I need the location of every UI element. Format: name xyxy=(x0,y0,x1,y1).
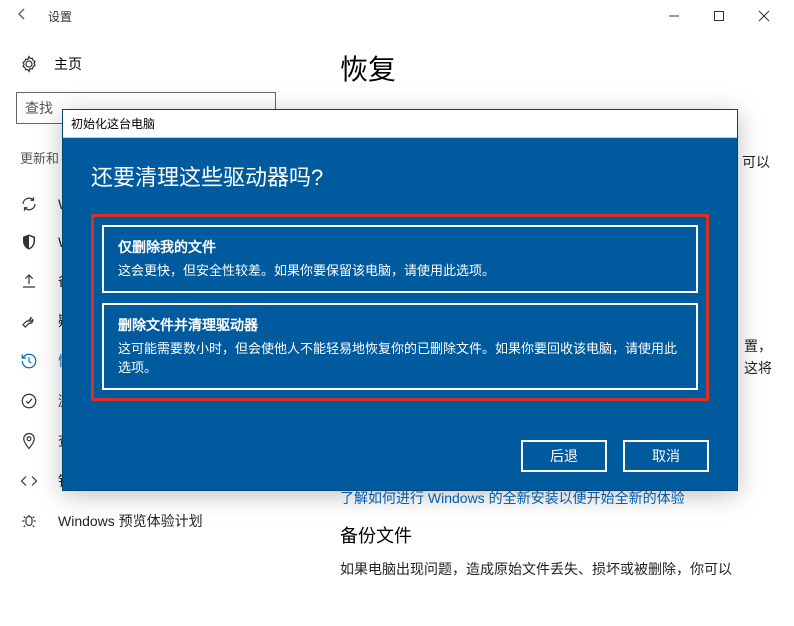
sidebar-item-insider[interactable]: Windows 预览体验计划 xyxy=(16,501,284,541)
upload-icon xyxy=(20,272,38,290)
code-icon xyxy=(20,472,38,490)
window-controls xyxy=(651,0,786,32)
check-circle-icon xyxy=(20,392,38,410)
window-titlebar: 设置 xyxy=(0,0,794,32)
maximize-button[interactable] xyxy=(696,0,741,32)
fresh-start-link[interactable]: 了解如何进行 Windows 的全新安装以便开始全新的体验 xyxy=(340,488,770,508)
location-icon xyxy=(20,432,38,450)
option-remove-and-clean[interactable]: 删除文件并清理驱动器 这可能需要数小时，但会使他人不能轻易地恢复你的已删除文件。… xyxy=(102,303,698,390)
obscured-text: 置， xyxy=(744,336,772,356)
window-title: 设置 xyxy=(48,8,72,25)
cancel-button[interactable]: 取消 xyxy=(623,440,709,472)
search-placeholder: 查找 xyxy=(25,98,53,118)
minimize-button[interactable] xyxy=(651,0,696,32)
option-desc: 这会更快，但安全性较差。如果你要保留该电脑，请使用此选项。 xyxy=(118,261,682,281)
gear-icon xyxy=(20,55,38,73)
close-button[interactable] xyxy=(741,0,786,32)
option-desc: 这可能需要数小时，但会使他人不能轻易地恢复你的已删除文件。如果你要回收该电脑，请… xyxy=(118,339,682,378)
dialog-question: 还要清理这些驱动器吗? xyxy=(91,160,709,192)
back-button[interactable] xyxy=(8,6,36,26)
history-icon xyxy=(20,352,38,370)
page-title: 恢复 xyxy=(340,48,770,88)
shield-icon xyxy=(20,233,38,251)
obscured-text: 这将 xyxy=(744,358,772,378)
back-button[interactable]: 后退 xyxy=(521,440,607,472)
option-remove-files-only[interactable]: 仅删除我的文件 这会更快，但安全性较差。如果你要保留该电脑，请使用此选项。 xyxy=(102,225,698,293)
sidebar-home-label: 主页 xyxy=(54,54,82,74)
option-title: 仅删除我的文件 xyxy=(118,237,682,257)
sidebar-home[interactable]: 主页 xyxy=(20,54,280,74)
wrench-icon xyxy=(20,312,38,330)
sidebar-item-label: Windows 预览体验计划 xyxy=(58,511,203,531)
backup-heading: 备份文件 xyxy=(340,522,770,548)
backup-text: 如果电脑出现问题，造成原始文件丢失、损坏或被删除，你可以 xyxy=(340,558,770,580)
option-title: 删除文件并清理驱动器 xyxy=(118,315,682,335)
obscured-text: 可以 xyxy=(742,152,770,172)
bug-icon xyxy=(20,512,38,530)
dialog-options-highlight: 仅删除我的文件 这会更快，但安全性较差。如果你要保留该电脑，请使用此选项。 删除… xyxy=(91,214,709,401)
dialog-titlebar: 初始化这台电脑 xyxy=(63,110,737,138)
refresh-icon xyxy=(20,195,38,213)
reset-dialog: 初始化这台电脑 还要清理这些驱动器吗? 仅删除我的文件 这会更快，但安全性较差。… xyxy=(62,109,738,491)
